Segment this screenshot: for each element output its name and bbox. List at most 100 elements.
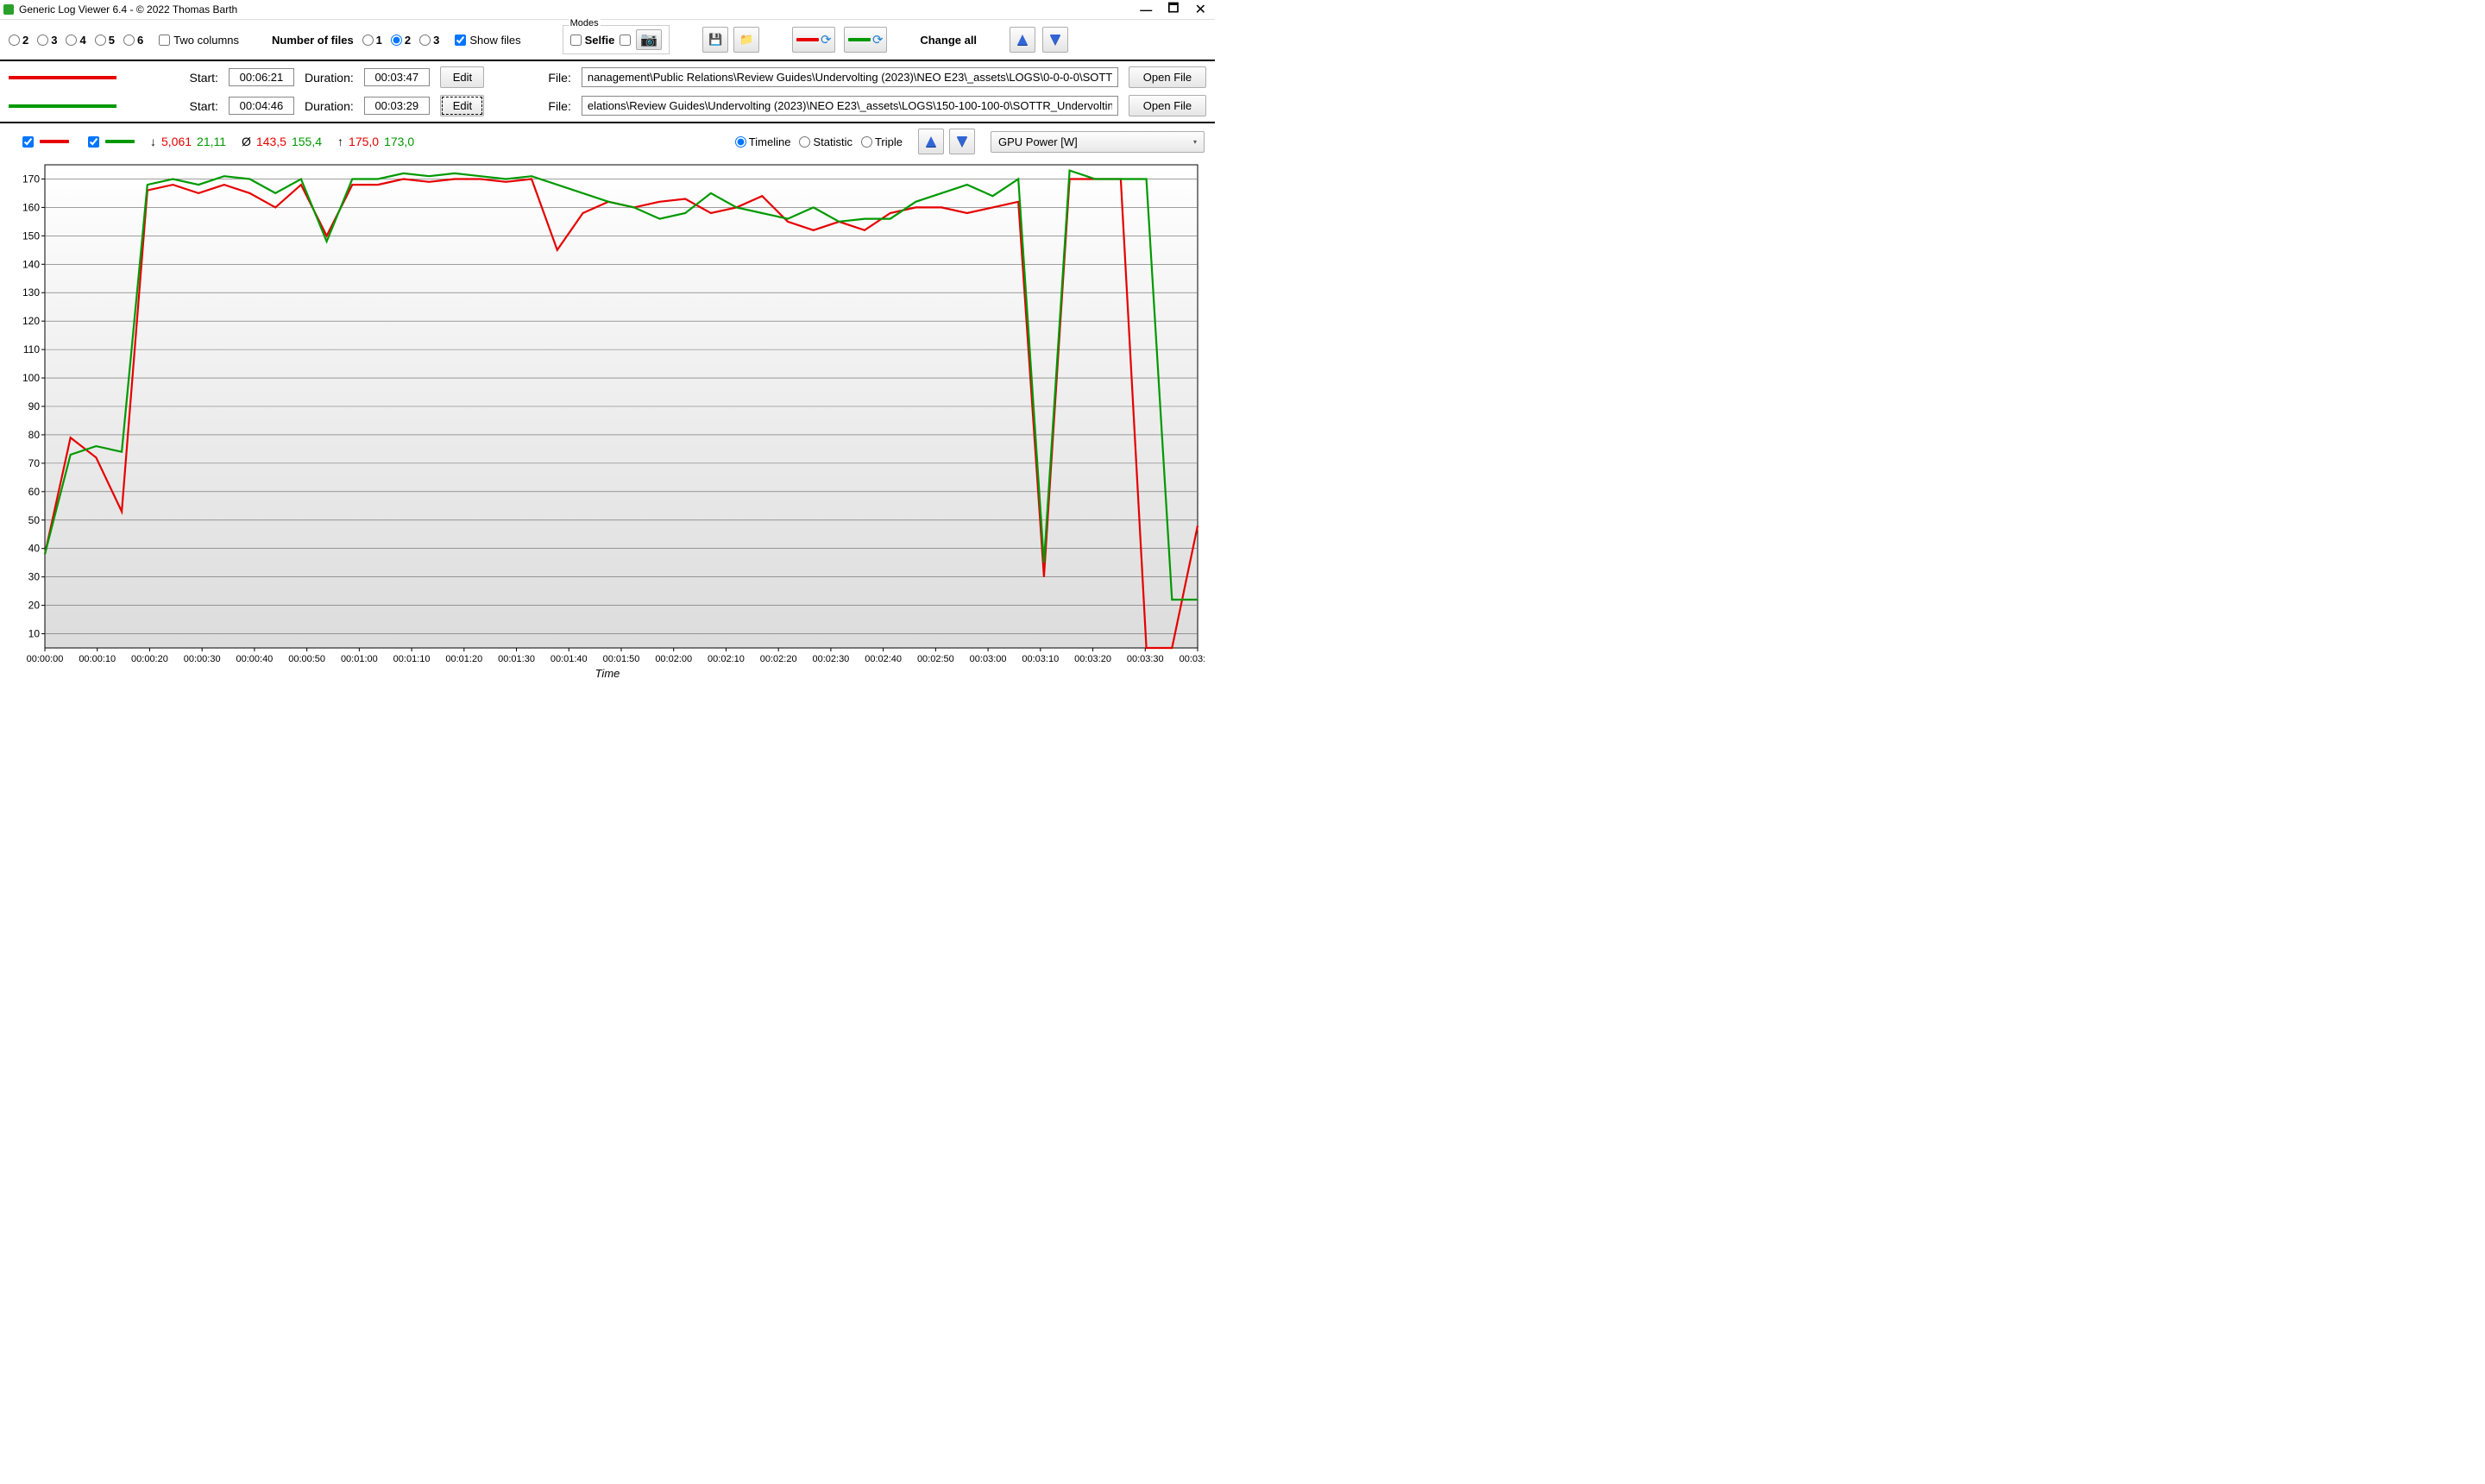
- camera-icon[interactable]: 📷: [636, 29, 662, 50]
- green-line-icon: [105, 140, 135, 143]
- duration-label: Duration:: [305, 71, 354, 85]
- series-toggle-red[interactable]: [19, 134, 69, 150]
- red-line-icon: [40, 140, 69, 143]
- svg-text:130: 130: [22, 286, 40, 299]
- modes-group: Modes Selfie 📷: [563, 25, 670, 54]
- refresh-icon: ⟳: [821, 32, 832, 47]
- count-option-2[interactable]: 2: [9, 34, 28, 47]
- window-title: Generic Log Viewer 6.4 - © 2022 Thomas B…: [19, 3, 237, 16]
- svg-text:00:00:10: 00:00:10: [79, 654, 116, 664]
- svg-text:20: 20: [28, 600, 41, 612]
- start-time-input[interactable]: [229, 68, 294, 86]
- open-file-button[interactable]: Open File: [1129, 95, 1206, 116]
- svg-text:00:01:10: 00:01:10: [393, 654, 431, 664]
- svg-text:00:00:30: 00:00:30: [184, 654, 221, 664]
- number-of-files-label: Number of files: [272, 34, 354, 47]
- title-bar: Generic Log Viewer 6.4 - © 2022 Thomas B…: [0, 0, 1215, 20]
- file-row-2: Start: Duration: Edit File: Open File: [0, 90, 1215, 118]
- sync-green-button[interactable]: ⟳: [844, 27, 887, 53]
- camera-mode-checkbox[interactable]: [620, 35, 631, 46]
- viewmode-timeline[interactable]: Timeline: [735, 135, 791, 148]
- svg-text:00:01:00: 00:01:00: [341, 654, 378, 664]
- file-path-input[interactable]: [582, 67, 1118, 87]
- metric-dropdown-label: GPU Power [W]: [998, 135, 1078, 148]
- two-columns-checkbox[interactable]: Two columns: [159, 34, 239, 47]
- arrow-up-icon: [1017, 35, 1028, 45]
- svg-text:00:03:40: 00:03:40: [1180, 654, 1205, 664]
- file-label: File:: [548, 99, 570, 113]
- count-option-6[interactable]: 6: [123, 34, 143, 47]
- close-button[interactable]: ✕: [1195, 1, 1206, 18]
- svg-text:40: 40: [28, 543, 41, 555]
- svg-text:00:03:10: 00:03:10: [1022, 654, 1059, 664]
- svg-text:00:02:30: 00:02:30: [812, 654, 849, 664]
- show-files-checkbox[interactable]: Show files: [455, 34, 520, 47]
- svg-text:00:01:40: 00:01:40: [550, 654, 588, 664]
- svg-text:120: 120: [22, 315, 40, 327]
- selfie-checkbox[interactable]: Selfie: [570, 34, 615, 47]
- arrow-down-icon: [957, 136, 967, 147]
- maximize-button[interactable]: 🗖: [1167, 0, 1179, 20]
- svg-text:60: 60: [28, 486, 41, 498]
- svg-text:00:00:50: 00:00:50: [288, 654, 325, 664]
- numfiles-2[interactable]: 2: [391, 34, 411, 47]
- move-up-button[interactable]: [1010, 27, 1035, 53]
- open-file-button[interactable]: Open File: [1129, 66, 1206, 88]
- metric-dropdown[interactable]: GPU Power [W] ▾: [991, 131, 1205, 153]
- svg-text:00:01:20: 00:01:20: [445, 654, 482, 664]
- svg-text:00:00:00: 00:00:00: [27, 654, 64, 664]
- svg-text:100: 100: [22, 372, 40, 384]
- svg-text:00:01:50: 00:01:50: [603, 654, 640, 664]
- viewmode-statistic[interactable]: Statistic: [799, 135, 852, 148]
- save-button[interactable]: 💾: [702, 27, 728, 53]
- view-row: ↓ 5,061 21,11 Ø 143,5 155,4 ↑ 175,0 173,…: [0, 123, 1215, 158]
- change-all-label: Change all: [920, 34, 977, 47]
- count-radio-group: 2 3 4 5 6: [9, 34, 143, 47]
- start-label: Start:: [189, 71, 217, 85]
- duration-input[interactable]: [364, 68, 430, 86]
- sync-red-button[interactable]: ⟳: [792, 27, 835, 53]
- svg-text:00:02:50: 00:02:50: [917, 654, 954, 664]
- svg-text:00:03:00: 00:03:00: [970, 654, 1007, 664]
- viewmode-triple[interactable]: Triple: [861, 135, 903, 148]
- count-option-5[interactable]: 5: [95, 34, 115, 47]
- app-logo-icon: [3, 4, 14, 15]
- arrow-down-icon: [1050, 35, 1060, 45]
- green-series-swatch: [9, 104, 116, 108]
- count-option-3[interactable]: 3: [37, 34, 57, 47]
- svg-text:00:00:40: 00:00:40: [236, 654, 273, 664]
- series-toggle-green[interactable]: [85, 134, 135, 150]
- svg-text:170: 170: [22, 173, 40, 185]
- modes-legend: Modes: [569, 18, 601, 28]
- svg-text:10: 10: [28, 628, 41, 640]
- count-option-4[interactable]: 4: [66, 34, 85, 47]
- floppy-icon: 💾: [708, 33, 722, 47]
- svg-text:140: 140: [22, 258, 40, 270]
- file-label: File:: [548, 71, 570, 85]
- chart-area[interactable]: 1020304050607080901001101201301401501601…: [10, 160, 1205, 704]
- chart-up-button[interactable]: [918, 129, 944, 154]
- duration-label: Duration:: [305, 99, 354, 113]
- open-folder-button[interactable]: 📁: [733, 27, 759, 53]
- arrow-up-icon: [926, 136, 936, 147]
- edit-button[interactable]: Edit: [440, 95, 485, 116]
- numfiles-1[interactable]: 1: [362, 34, 382, 47]
- folder-icon: 📁: [739, 33, 753, 47]
- svg-text:30: 30: [28, 571, 41, 583]
- chevron-down-icon: ▾: [1193, 138, 1197, 146]
- stat-max: ↑ 175,0 173,0: [337, 135, 414, 148]
- move-down-button[interactable]: [1042, 27, 1068, 53]
- start-time-input[interactable]: [229, 97, 294, 115]
- duration-input[interactable]: [364, 97, 430, 115]
- edit-button[interactable]: Edit: [440, 66, 485, 88]
- svg-text:160: 160: [22, 201, 40, 213]
- numfiles-3[interactable]: 3: [419, 34, 439, 47]
- file-path-input[interactable]: [582, 96, 1118, 116]
- stat-avg: Ø 143,5 155,4: [242, 135, 322, 148]
- svg-text:00:02:40: 00:02:40: [865, 654, 902, 664]
- chart-down-button[interactable]: [949, 129, 975, 154]
- refresh-icon: ⟳: [872, 32, 884, 47]
- svg-text:110: 110: [23, 343, 40, 355]
- minimize-button[interactable]: —: [1140, 3, 1152, 16]
- svg-text:00:01:30: 00:01:30: [498, 654, 535, 664]
